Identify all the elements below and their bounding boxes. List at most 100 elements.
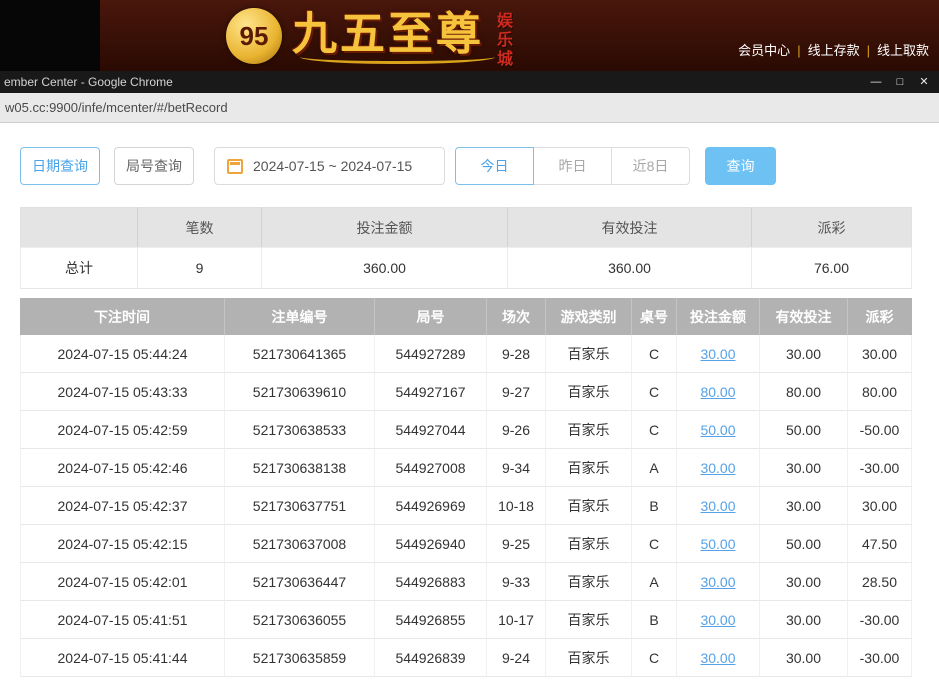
bet-time: 2024-07-15 05:42:59 — [20, 411, 225, 449]
payout-value: -30.00 — [848, 601, 912, 639]
session: 9-26 — [487, 411, 546, 449]
bet-time: 2024-07-15 05:42:46 — [20, 449, 225, 487]
last-8-days-button[interactable]: 近8日 — [611, 147, 690, 185]
bet-time: 2024-07-15 05:42:37 — [20, 487, 225, 525]
bet-amount-cell: 30.00 — [677, 487, 760, 525]
bet-id: 521730637008 — [225, 525, 375, 563]
minimize-icon[interactable]: — — [864, 71, 888, 93]
valid-bet: 30.00 — [760, 601, 848, 639]
col-bet-amount: 投注金额 — [677, 298, 760, 335]
table-no: C — [632, 639, 677, 677]
session: 9-25 — [487, 525, 546, 563]
bet-time: 2024-07-15 05:44:24 — [20, 335, 225, 373]
valid-bet: 50.00 — [760, 411, 848, 449]
table-no: B — [632, 487, 677, 525]
round-query-tab[interactable]: 局号查询 — [114, 147, 194, 185]
maximize-icon[interactable]: □ — [888, 71, 912, 93]
date-query-tab[interactable]: 日期查询 — [20, 147, 100, 185]
table-row: 2024-07-15 05:42:37 521730637751 5449269… — [20, 487, 912, 525]
bet-record-page: 日期查询 局号查询 2024-07-15 ~ 2024-07-15 今日 昨日 … — [0, 123, 939, 688]
bet-table-header-row: 下注时间 注单编号 局号 场次 游戏类别 桌号 投注金额 有效投注 派彩 — [20, 298, 912, 335]
payout-value: 30.00 — [848, 335, 912, 373]
bet-time: 2024-07-15 05:43:33 — [20, 373, 225, 411]
bet-id: 521730637751 — [225, 487, 375, 525]
nav-member-center[interactable]: 会员中心 — [738, 43, 790, 58]
bet-amount-link[interactable]: 30.00 — [700, 650, 735, 666]
bet-amount-cell: 50.00 — [677, 525, 760, 563]
bet-id: 521730636447 — [225, 563, 375, 601]
valid-bet: 50.00 — [760, 525, 848, 563]
summary-header-row: 笔数 投注金额 有效投注 派彩 — [20, 207, 912, 247]
logo-swoosh-decoration — [300, 50, 495, 64]
game-type: 百家乐 — [546, 487, 632, 525]
summary-valid-bet-value: 360.00 — [508, 247, 752, 289]
date-range-value: 2024-07-15 ~ 2024-07-15 — [253, 158, 412, 174]
window-title: ember Center - Google Chrome — [0, 75, 173, 89]
game-type: 百家乐 — [546, 639, 632, 677]
bet-amount-cell: 50.00 — [677, 411, 760, 449]
bet-amount-link[interactable]: 30.00 — [700, 612, 735, 628]
bet-amount-link[interactable]: 30.00 — [700, 460, 735, 476]
payout-value: 80.00 — [848, 373, 912, 411]
round-no: 544927008 — [375, 449, 487, 487]
valid-bet: 80.00 — [760, 373, 848, 411]
game-type: 百家乐 — [546, 601, 632, 639]
valid-bet: 30.00 — [760, 335, 848, 373]
nav-separator: | — [867, 43, 870, 58]
summary-bet-amount-header: 投注金额 — [262, 207, 508, 247]
round-no: 544926855 — [375, 601, 487, 639]
round-no: 544927044 — [375, 411, 487, 449]
bet-id: 521730635859 — [225, 639, 375, 677]
bet-amount-link[interactable]: 30.00 — [700, 498, 735, 514]
table-no: C — [632, 411, 677, 449]
bet-amount-cell: 30.00 — [677, 601, 760, 639]
bet-amount-link[interactable]: 80.00 — [700, 384, 735, 400]
session: 10-17 — [487, 601, 546, 639]
bet-amount-link[interactable]: 50.00 — [700, 536, 735, 552]
bet-amount-cell: 30.00 — [677, 639, 760, 677]
close-icon[interactable]: ✕ — [912, 71, 936, 93]
summary-count-header: 笔数 — [138, 207, 262, 247]
address-bar[interactable]: w05.cc:9900/infe/mcenter/#/betRecord — [0, 93, 939, 123]
round-no: 544926940 — [375, 525, 487, 563]
col-session: 场次 — [487, 298, 546, 335]
col-game-type: 游戏类别 — [546, 298, 632, 335]
bet-amount-cell: 80.00 — [677, 373, 760, 411]
bet-amount-link[interactable]: 50.00 — [700, 422, 735, 438]
bet-amount-cell: 30.00 — [677, 449, 760, 487]
table-no: B — [632, 601, 677, 639]
col-bet-time: 下注时间 — [20, 298, 225, 335]
bet-id: 521730636055 — [225, 601, 375, 639]
bet-record-table: 下注时间 注单编号 局号 场次 游戏类别 桌号 投注金额 有效投注 派彩 202… — [20, 298, 912, 677]
logo-95-icon: 95 — [226, 8, 282, 64]
nav-online-withdraw[interactable]: 线上取款 — [877, 43, 929, 58]
game-type: 百家乐 — [546, 373, 632, 411]
summary-table: 笔数 投注金额 有效投注 派彩 总计 9 360.00 360.00 76.00 — [20, 207, 912, 289]
table-row: 2024-07-15 05:42:46 521730638138 5449270… — [20, 449, 912, 487]
round-no: 544926883 — [375, 563, 487, 601]
yesterday-button[interactable]: 昨日 — [533, 147, 612, 185]
nav-online-deposit[interactable]: 线上存款 — [808, 43, 860, 58]
table-no: C — [632, 373, 677, 411]
table-no: A — [632, 449, 677, 487]
table-row: 2024-07-15 05:42:01 521730636447 5449268… — [20, 563, 912, 601]
payout-value: 47.50 — [848, 525, 912, 563]
table-no: C — [632, 525, 677, 563]
summary-blank-header — [20, 207, 138, 247]
bet-time: 2024-07-15 05:42:01 — [20, 563, 225, 601]
valid-bet: 30.00 — [760, 563, 848, 601]
round-no: 544927167 — [375, 373, 487, 411]
date-range-input[interactable]: 2024-07-15 ~ 2024-07-15 — [214, 147, 445, 185]
session: 9-24 — [487, 639, 546, 677]
bet-amount-link[interactable]: 30.00 — [700, 346, 735, 362]
site-banner: 95 九五至尊 娱乐城 会员中心|线上存款|线上取款 — [0, 0, 939, 71]
today-button[interactable]: 今日 — [455, 147, 534, 185]
bet-amount-link[interactable]: 30.00 — [700, 574, 735, 590]
payout-value: -50.00 — [848, 411, 912, 449]
background-window-corner — [0, 0, 100, 71]
search-button[interactable]: 查询 — [705, 147, 776, 185]
valid-bet: 30.00 — [760, 639, 848, 677]
bet-id: 521730639610 — [225, 373, 375, 411]
col-table-no: 桌号 — [632, 298, 677, 335]
browser-titlebar[interactable]: ember Center - Google Chrome — □ ✕ — [0, 71, 939, 93]
